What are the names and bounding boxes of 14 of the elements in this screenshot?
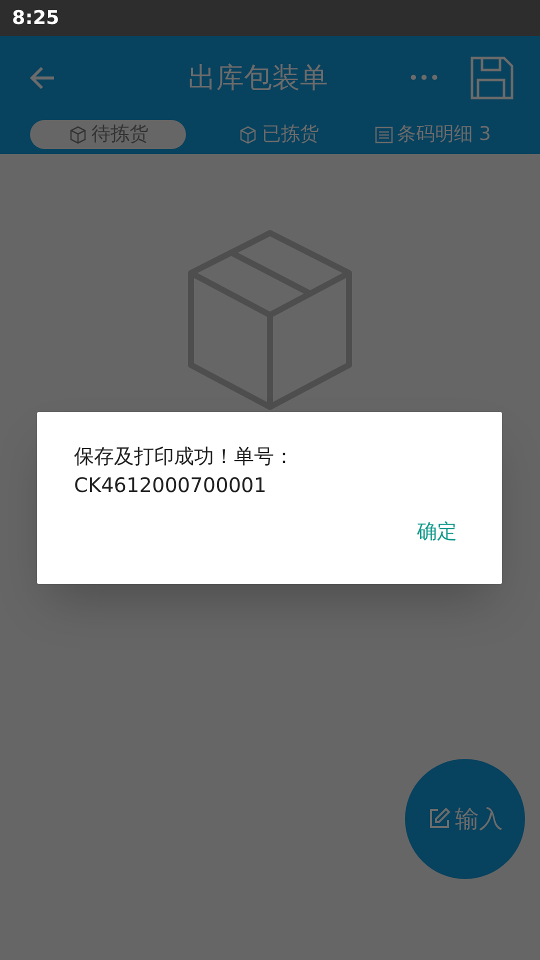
box-icon xyxy=(188,230,352,410)
more-button[interactable]: ••• xyxy=(408,64,440,92)
confirm-button[interactable]: 确定 xyxy=(417,516,457,546)
page-title: 出库包装单 xyxy=(188,60,328,96)
tab[interactable]: 已拣货 xyxy=(234,120,323,149)
save-button[interactable] xyxy=(470,56,514,100)
list-icon xyxy=(374,126,393,144)
edit-icon xyxy=(427,807,451,831)
status-time: 8:25 xyxy=(12,6,60,31)
input-button[interactable]: 输入 xyxy=(405,759,525,879)
tab[interactable]: 条码明细 3 xyxy=(370,120,495,149)
box-icon xyxy=(238,124,258,144)
dialog-message: 保存及打印成功！单号： CK4612000700001 xyxy=(74,443,295,499)
box-icon xyxy=(68,124,88,144)
